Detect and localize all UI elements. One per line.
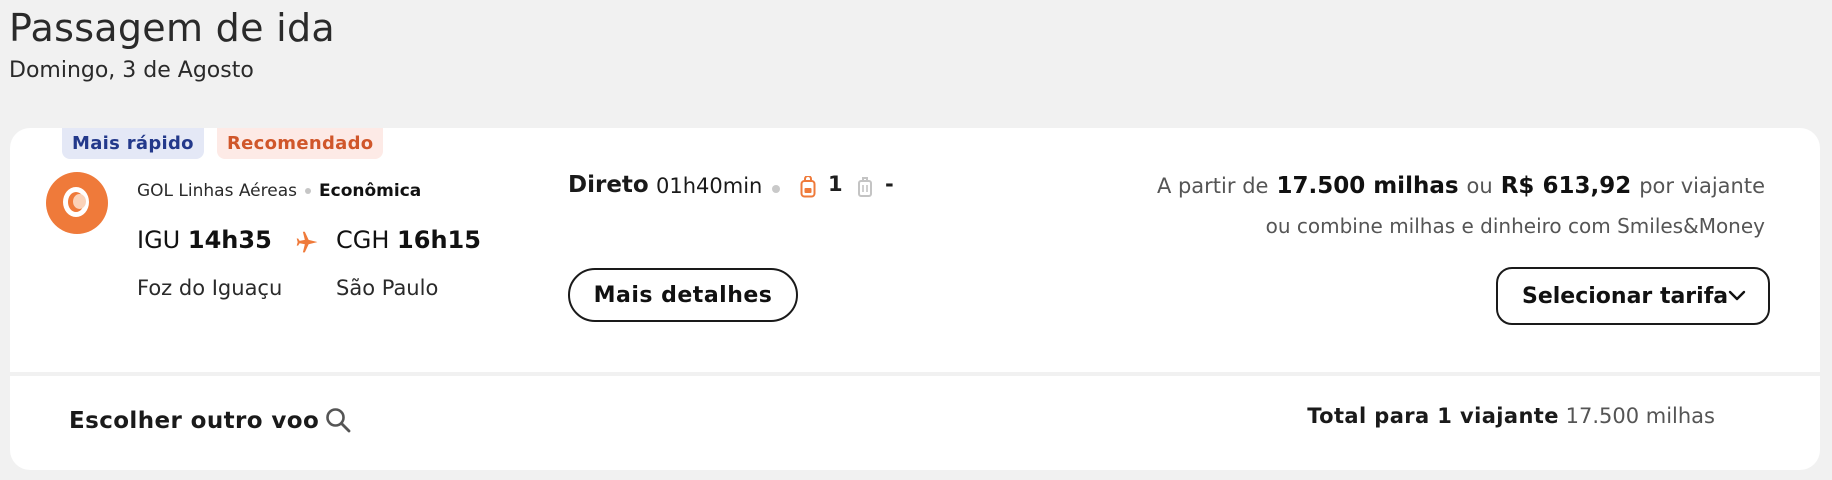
destination-city: São Paulo [336, 276, 439, 300]
flight-date: Domingo, 3 de Agosto [9, 58, 254, 83]
price-cash: R$ 613,92 [1500, 173, 1632, 199]
carry-on-count: 1 [828, 172, 843, 196]
total-label: Total para 1 viajante [1307, 404, 1559, 428]
select-fare-button[interactable]: Selecionar tarifa [1496, 267, 1770, 325]
separator-dot [772, 185, 780, 193]
chevron-down-icon [1728, 290, 1746, 301]
destination-code: CGH [336, 226, 390, 254]
arrival-time: 16h15 [397, 226, 481, 254]
fastest-badge: Mais rápido [62, 128, 204, 159]
cabin-class: Econômica [319, 181, 422, 201]
price-suffix: por viajante [1639, 174, 1765, 198]
select-fare-label: Selecionar tarifa [1522, 283, 1729, 309]
choose-other-flight-link[interactable]: Escolher outro voo [69, 408, 319, 434]
airline-name: GOL Linhas Aéreas [137, 181, 297, 201]
backpack-icon [800, 176, 816, 198]
price-or: ou [1466, 174, 1493, 198]
separator-dot [305, 188, 311, 194]
total-value: 17.500 milhas [1565, 404, 1715, 428]
footer-bar: Escolher outro voo Total para 1 viajante… [10, 376, 1820, 470]
more-details-button[interactable]: Mais detalhes [568, 268, 798, 322]
stops-label: Direto [568, 172, 649, 198]
price-prefix: A partir de [1156, 174, 1269, 198]
departure-time: 14h35 [187, 226, 272, 254]
price-miles: 17.500 milhas [1276, 173, 1459, 199]
recommended-badge: Recomendado [217, 128, 384, 159]
checked-bag-value: - [885, 172, 894, 196]
gol-logo-icon [46, 172, 108, 234]
search-icon[interactable] [324, 406, 352, 434]
price-summary: A partir de 17.500 milhas ou R$ 613,92 p… [1157, 173, 1765, 199]
origin-city: Foz do Iguaçu [137, 276, 283, 300]
page-title: Passagem de ida [9, 6, 336, 50]
airline-info: GOL Linhas Aéreas Econômica [137, 181, 421, 201]
total-summary: Total para 1 viajante 17.500 milhas [1307, 404, 1715, 428]
luggage-icon [858, 177, 872, 197]
flight-card[interactable]: Mais rápido Recomendado GOL Linhas Aérea… [10, 128, 1820, 372]
smiles-money-text: ou combine milhas e dinheiro com Smiles&… [1265, 214, 1765, 238]
origin-time: IGU 14h35 [137, 226, 272, 254]
origin-code: IGU [137, 226, 181, 254]
plane-icon [296, 231, 318, 253]
destination-time: CGH 16h15 [336, 226, 481, 254]
flight-duration: 01h40min [656, 174, 763, 198]
